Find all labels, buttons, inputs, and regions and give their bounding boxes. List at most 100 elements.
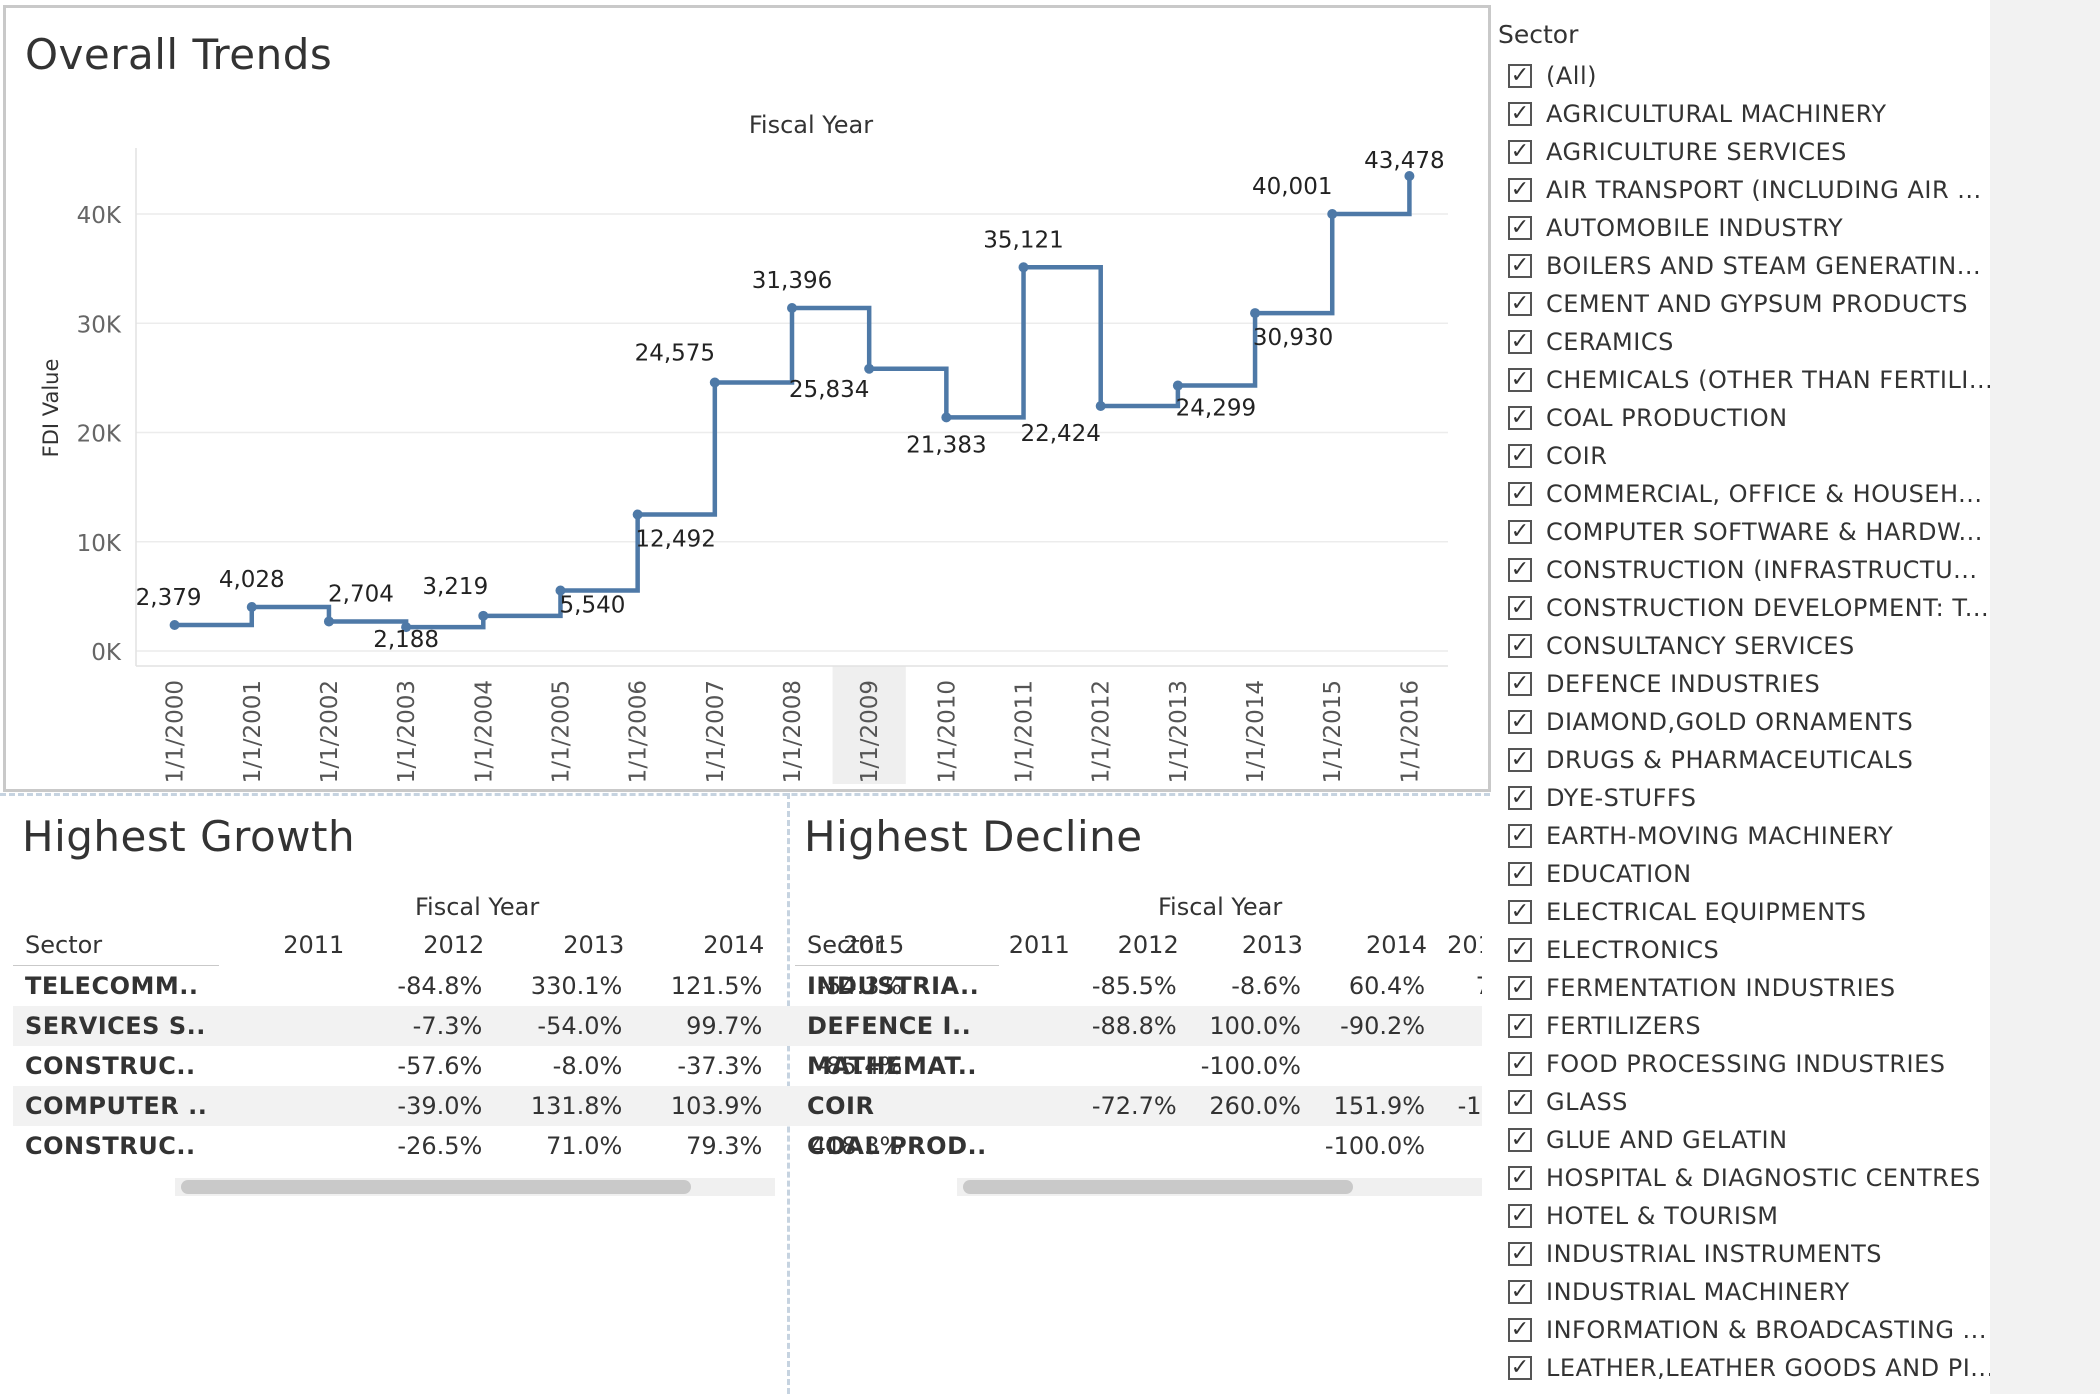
checkbox-checked-icon[interactable]: ✓	[1508, 1090, 1532, 1114]
data-point-11[interactable]	[1018, 262, 1029, 273]
data-point-9[interactable]	[864, 363, 875, 374]
checkbox-checked-icon[interactable]: ✓	[1508, 672, 1532, 696]
sector-filter-item[interactable]: ✓ ELECTRONICS	[1508, 932, 1719, 968]
value-cell[interactable]	[219, 1126, 354, 1166]
checkbox-checked-icon[interactable]: ✓	[1508, 1052, 1532, 1076]
sector-filter-item[interactable]: ✓ INDUSTRIAL INSTRUMENTS	[1508, 1236, 1882, 1272]
year-column-header[interactable]: 2014	[1313, 925, 1437, 966]
sector-filter-item[interactable]: ✓ DIAMOND,GOLD ORNAMENTS	[1508, 704, 1913, 740]
value-cell[interactable]: -85.5%	[1080, 966, 1189, 1007]
sector-filter-item[interactable]: ✓ HOTEL & TOURISM	[1508, 1198, 1778, 1234]
checkbox-checked-icon[interactable]: ✓	[1508, 1242, 1532, 1266]
checkbox-checked-icon[interactable]: ✓	[1508, 1166, 1532, 1190]
sector-filter-item[interactable]: ✓ CEMENT AND GYPSUM PRODUCTS	[1508, 286, 1968, 322]
value-cell[interactable]: -90.2%	[1312, 1006, 1438, 1046]
table-row[interactable]: INDUSTRIA.. -85.5%-8.6%60.4%7	[795, 966, 1482, 1007]
sector-cell[interactable]: MATHEMAT..	[795, 1046, 999, 1086]
sector-filter-item[interactable]: ✓ GLASS	[1508, 1084, 1628, 1120]
value-cell[interactable]: 151.9%	[1312, 1086, 1438, 1126]
year-column-header[interactable]: 201	[1437, 925, 1482, 966]
checkbox-checked-icon[interactable]: ✓	[1508, 64, 1532, 88]
checkbox-checked-icon[interactable]: ✓	[1508, 710, 1532, 734]
value-cell[interactable]: -72.7%	[1079, 1086, 1189, 1126]
checkbox-checked-icon[interactable]: ✓	[1508, 786, 1532, 810]
value-cell[interactable]	[999, 966, 1080, 1007]
sector-cell[interactable]: CONSTRUC..	[13, 1126, 219, 1166]
data-point-12[interactable]	[1095, 401, 1106, 412]
sector-filter-item[interactable]: ✓ BOILERS AND STEAM GENERATIN...	[1508, 248, 1981, 284]
data-point-6[interactable]	[632, 509, 643, 520]
table-row[interactable]: DEFENCE I.. -88.8% 100.0% -90.2%	[795, 1006, 1482, 1046]
checkbox-checked-icon[interactable]: ✓	[1508, 178, 1532, 202]
sector-cell[interactable]: COAL PROD..	[795, 1126, 999, 1166]
data-point-1[interactable]	[246, 601, 257, 612]
checkbox-checked-icon[interactable]: ✓	[1508, 596, 1532, 620]
sector-column-header[interactable]: Sector	[13, 925, 220, 966]
checkbox-checked-icon[interactable]: ✓	[1508, 482, 1532, 506]
sector-filter-item[interactable]: ✓ CERAMICS	[1508, 324, 1674, 360]
value-cell[interactable]: -8.0%	[494, 1046, 634, 1086]
checkbox-checked-icon[interactable]: ✓	[1508, 900, 1532, 924]
checkbox-checked-icon[interactable]: ✓	[1508, 102, 1532, 126]
checkbox-checked-icon[interactable]: ✓	[1508, 406, 1532, 430]
sector-filter-item[interactable]: ✓ DEFENCE INDUSTRIES	[1508, 666, 1820, 702]
sector-filter-item[interactable]: ✓ INDUSTRIAL MACHINERY	[1508, 1274, 1850, 1310]
value-cell[interactable]	[998, 1086, 1080, 1126]
value-cell[interactable]: -100.0%	[1189, 1046, 1313, 1086]
data-point-14[interactable]	[1250, 308, 1261, 319]
checkbox-checked-icon[interactable]: ✓	[1508, 976, 1532, 1000]
data-point-0[interactable]	[169, 620, 180, 631]
value-cell[interactable]	[219, 1006, 355, 1046]
checkbox-checked-icon[interactable]: ✓	[1508, 216, 1532, 240]
checkbox-checked-icon[interactable]: ✓	[1508, 1356, 1532, 1380]
value-cell[interactable]: 79.3%	[634, 1126, 774, 1166]
checkbox-checked-icon[interactable]: ✓	[1508, 1128, 1532, 1152]
value-cell[interactable]: -84.8%	[354, 966, 494, 1007]
sector-cell[interactable]: TELECOMM..	[13, 966, 219, 1007]
sector-filter-item[interactable]: ✓ FERMENTATION INDUSTRIES	[1508, 970, 1896, 1006]
value-cell[interactable]	[999, 1046, 1080, 1086]
value-cell[interactable]: -8.6%	[1189, 966, 1313, 1007]
table-row[interactable]: COMPUTER ..-39.0%131.8%103.9%157.2%	[13, 1086, 915, 1126]
sector-filter-item[interactable]: ✓ ELECTRICAL EQUIPMENTS	[1508, 894, 1866, 930]
year-column-header[interactable]: 2012	[1080, 925, 1189, 966]
sector-filter-item[interactable]: ✓ AUTOMOBILE INDUSTRY	[1508, 210, 1843, 246]
sector-filter-item[interactable]: ✓ CONSULTANCY SERVICES	[1508, 628, 1855, 664]
sector-cell[interactable]: COMPUTER ..	[13, 1086, 220, 1126]
sector-filter-item[interactable]: ✓ COMMERCIAL, OFFICE & HOUSEH...	[1508, 476, 1982, 512]
data-point-4[interactable]	[478, 610, 489, 621]
table-row[interactable]: COIR -72.7%260.0%151.9%-1(	[795, 1086, 1482, 1126]
sector-filter-item[interactable]: ✓ (All)	[1508, 58, 1597, 94]
value-cell[interactable]: 330.1%	[494, 966, 634, 1007]
checkbox-checked-icon[interactable]: ✓	[1508, 1318, 1532, 1342]
value-cell[interactable]: -54.0%	[494, 1006, 635, 1046]
value-cell[interactable]: 99.7%	[634, 1006, 775, 1046]
sector-filter-item[interactable]: ✓ DYE-STUFFS	[1508, 780, 1697, 816]
year-column-header[interactable]: 2014	[634, 925, 774, 966]
checkbox-checked-icon[interactable]: ✓	[1508, 292, 1532, 316]
value-cell[interactable]: -88.8%	[1079, 1006, 1189, 1046]
sector-filter-item[interactable]: ✓ COAL PRODUCTION	[1508, 400, 1788, 436]
decline-scrollbar-track[interactable]	[957, 1178, 1482, 1196]
data-point-8[interactable]	[787, 302, 797, 313]
sector-filter-item[interactable]: ✓ AGRICULTURE SERVICES	[1508, 134, 1847, 170]
checkbox-checked-icon[interactable]: ✓	[1508, 444, 1532, 468]
sector-filter-item[interactable]: ✓ CHEMICALS (OTHER THAN FERTILI...	[1508, 362, 1993, 398]
value-cell[interactable]	[999, 1126, 1080, 1166]
value-cell[interactable]: 131.8%	[494, 1086, 635, 1126]
data-point-10[interactable]	[941, 412, 952, 423]
value-cell[interactable]	[219, 1046, 354, 1086]
sector-filter-item[interactable]: ✓ INFORMATION & BROADCASTING ...	[1508, 1312, 1987, 1348]
year-column-header[interactable]: 2013	[1189, 925, 1313, 966]
sector-filter-item[interactable]: ✓ CONSTRUCTION DEVELOPMENT: T...	[1508, 590, 1989, 626]
value-cell[interactable]	[1437, 1046, 1482, 1086]
checkbox-checked-icon[interactable]: ✓	[1508, 1280, 1532, 1304]
sector-cell[interactable]: INDUSTRIA..	[795, 966, 999, 1007]
sector-filter-item[interactable]: ✓ COMPUTER SOFTWARE & HARDW...	[1508, 514, 1983, 550]
year-column-header[interactable]: 2011	[219, 925, 354, 966]
value-cell[interactable]	[1313, 1046, 1437, 1086]
value-cell[interactable]: -26.5%	[354, 1126, 494, 1166]
data-point-13[interactable]	[1172, 380, 1183, 391]
value-cell[interactable]	[219, 966, 354, 1007]
table-row[interactable]: SERVICES S..-7.3%-54.0%99.7%55.1%	[13, 1006, 915, 1046]
